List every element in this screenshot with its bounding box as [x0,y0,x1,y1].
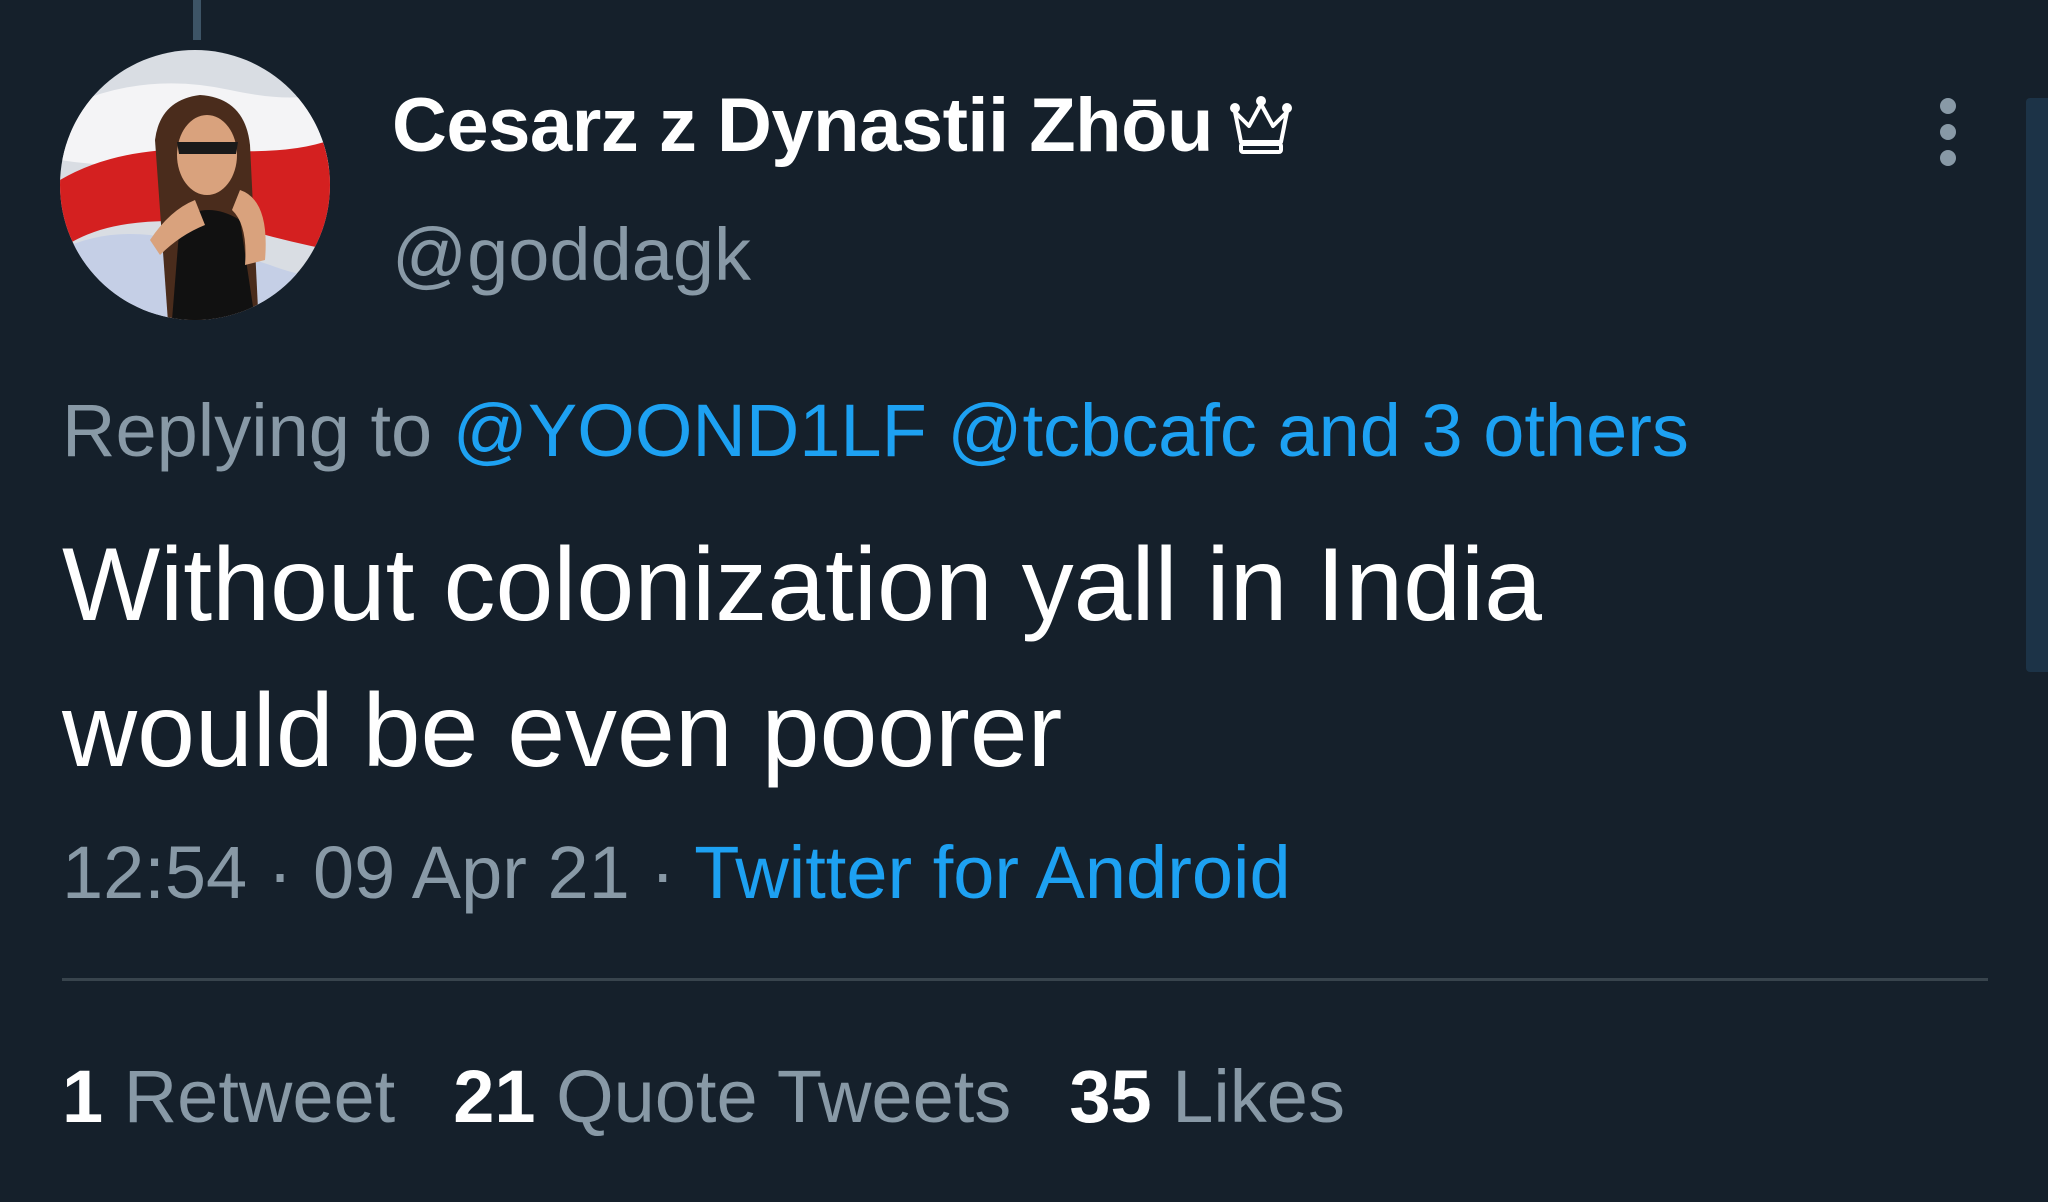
scrollbar[interactable] [2026,98,2048,672]
avatar[interactable] [60,50,330,320]
likes-stat[interactable]: 35 Likes [1069,1054,1345,1139]
mention-link[interactable]: @tcbcafc [947,389,1257,472]
author-handle[interactable]: @goddagk [392,212,751,297]
quote-tweets-stat[interactable]: 21 Quote Tweets [453,1054,1011,1139]
more-dot [1940,124,1956,140]
author-name-row[interactable]: Cesarz z Dynastii Zhōu [392,82,1293,169]
quote-tweets-label: Quote Tweets [556,1055,1012,1138]
tweet-stats: 1 Retweet 21 Quote Tweets 35 Likes [62,1054,1403,1139]
profile-photo [60,50,330,320]
tweet-text-line: Without colonization yall in India [62,527,1542,643]
meta-separator: · [650,831,675,914]
retweets-count: 1 [62,1055,104,1138]
replying-to-line: Replying to @YOOND1LF @tcbcafc and 3 oth… [62,388,1689,473]
likes-label: Likes [1172,1055,1345,1138]
divider [62,978,1988,981]
others-link[interactable]: and 3 others [1277,389,1688,472]
tweet-text: Without colonization yall in India would… [62,512,1822,804]
crown-icon [1229,94,1293,158]
retweets-label: Retweet [123,1055,396,1138]
author-display-name[interactable]: Cesarz z Dynastii Zhōu [392,82,1213,169]
mention-link[interactable]: @YOOND1LF [453,389,927,472]
tweet-text-line: would be even poorer [62,673,1063,789]
tweet-source-link[interactable]: Twitter for Android [694,831,1290,914]
tweet-date[interactable]: 09 Apr 21 [313,831,630,914]
more-dot [1940,98,1956,114]
replying-to-label: Replying to [62,389,433,472]
meta-separator: · [267,831,293,914]
more-options-icon[interactable] [1922,92,1974,172]
more-dot [1940,150,1956,166]
tweet-meta: 12:54 · 09 Apr 21 · Twitter for Android [62,830,1291,915]
retweets-stat[interactable]: 1 Retweet [62,1054,395,1139]
thread-connector-line [193,0,201,40]
quote-tweets-count: 21 [453,1055,536,1138]
tweet-time[interactable]: 12:54 [62,831,247,914]
likes-count: 35 [1069,1055,1152,1138]
